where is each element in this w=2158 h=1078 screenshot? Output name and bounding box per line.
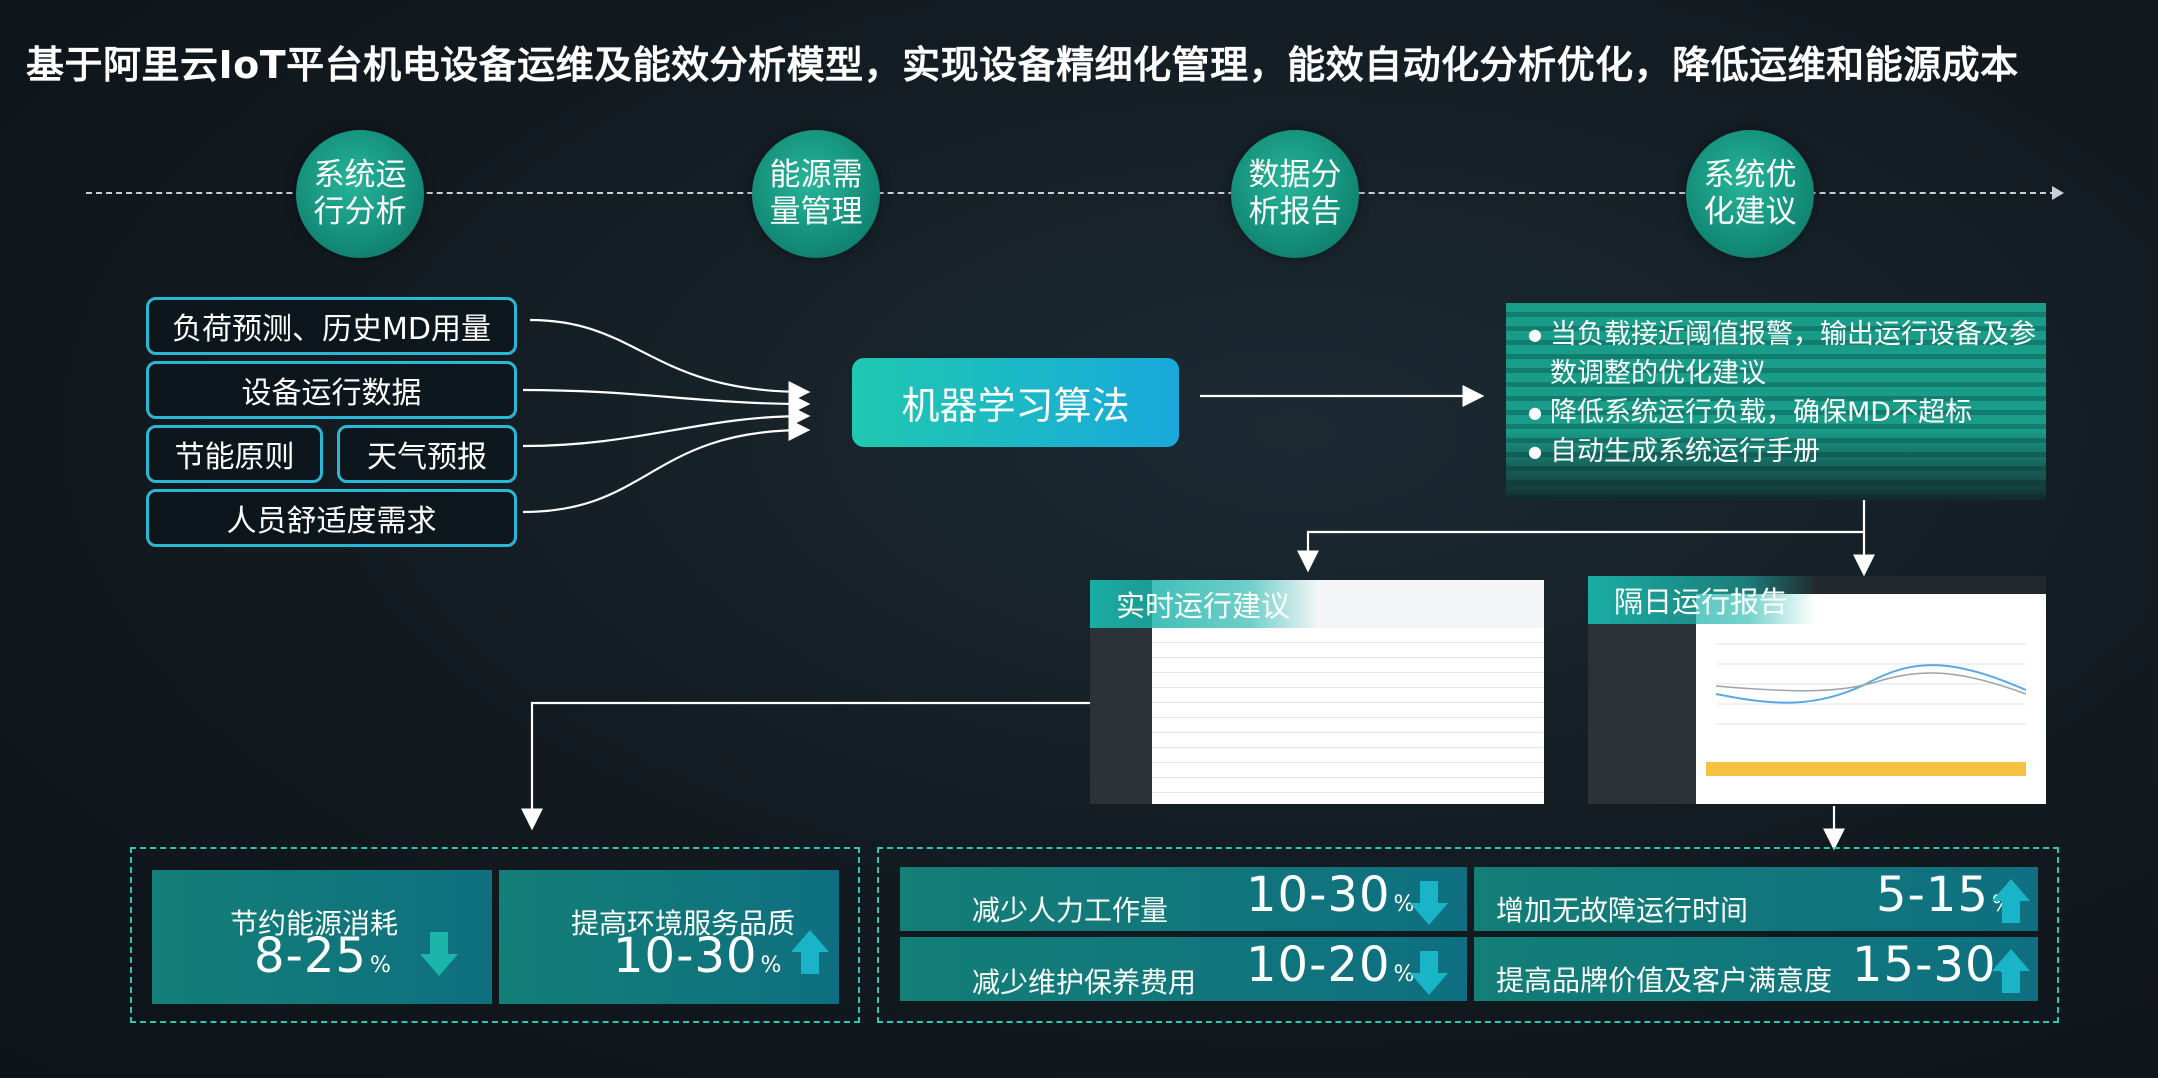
arrow-down-icon <box>1410 881 1448 925</box>
arrow-down-icon <box>1410 951 1448 995</box>
kpi-energy-saving: 节约能源消耗 8-25% <box>152 870 492 1004</box>
arrow-up-icon <box>1992 949 2030 993</box>
realtime-label: 实时运行建议 <box>1090 580 1319 628</box>
kpi-maintenance-cost: 减少维护保养费用 10-20% <box>900 937 1467 1001</box>
realtime-screenshot: 实时运行建议 <box>1090 580 1544 804</box>
kpi-value: 10-20% <box>1246 937 1416 993</box>
kpi-label: 减少人力工作量 <box>972 894 1169 927</box>
kpi-value: 10-30% <box>1246 867 1416 923</box>
suggestion-panel: 当负载接近阈值报警，输出运行设备及参数调整的优化建议 降低系统运行负载，确保MD… <box>1506 303 2046 500</box>
kpi-service-quality: 提高环境服务品质 10-30% <box>499 870 839 1004</box>
kpi-value: 8-25% <box>254 928 392 984</box>
arrow-up-icon <box>791 930 829 974</box>
kpi-label: 提高品牌价值及客户满意度 <box>1496 964 1833 997</box>
kpi-labor-reduction: 减少人力工作量 10-30% <box>900 867 1467 931</box>
kpi-label: 减少维护保养费用 <box>972 966 1197 999</box>
suggestion-item: 自动生成系统运行手册 <box>1528 432 2046 471</box>
kpi-brand-value: 提高品牌价值及客户满意度 15-30% <box>1474 937 2038 1001</box>
kpi-value: 10-30% <box>613 928 783 984</box>
suggestion-item: 降低系统运行负载，确保MD不超标 <box>1528 393 2046 432</box>
arrow-down-icon <box>420 932 458 976</box>
arrow-up-icon <box>1992 879 2030 923</box>
kpi-uptime: 增加无故障运行时间 5-15% <box>1474 867 2038 931</box>
nextday-screenshot: 隔日运行报告 <box>1588 576 2046 804</box>
nextday-label: 隔日运行报告 <box>1588 576 1817 624</box>
ml-algorithm-box: 机器学习算法 <box>852 358 1179 447</box>
kpi-label: 增加无故障运行时间 <box>1496 894 1749 927</box>
suggestion-item: 当负载接近阈值报警，输出运行设备及参数调整的优化建议 <box>1528 315 2046 393</box>
